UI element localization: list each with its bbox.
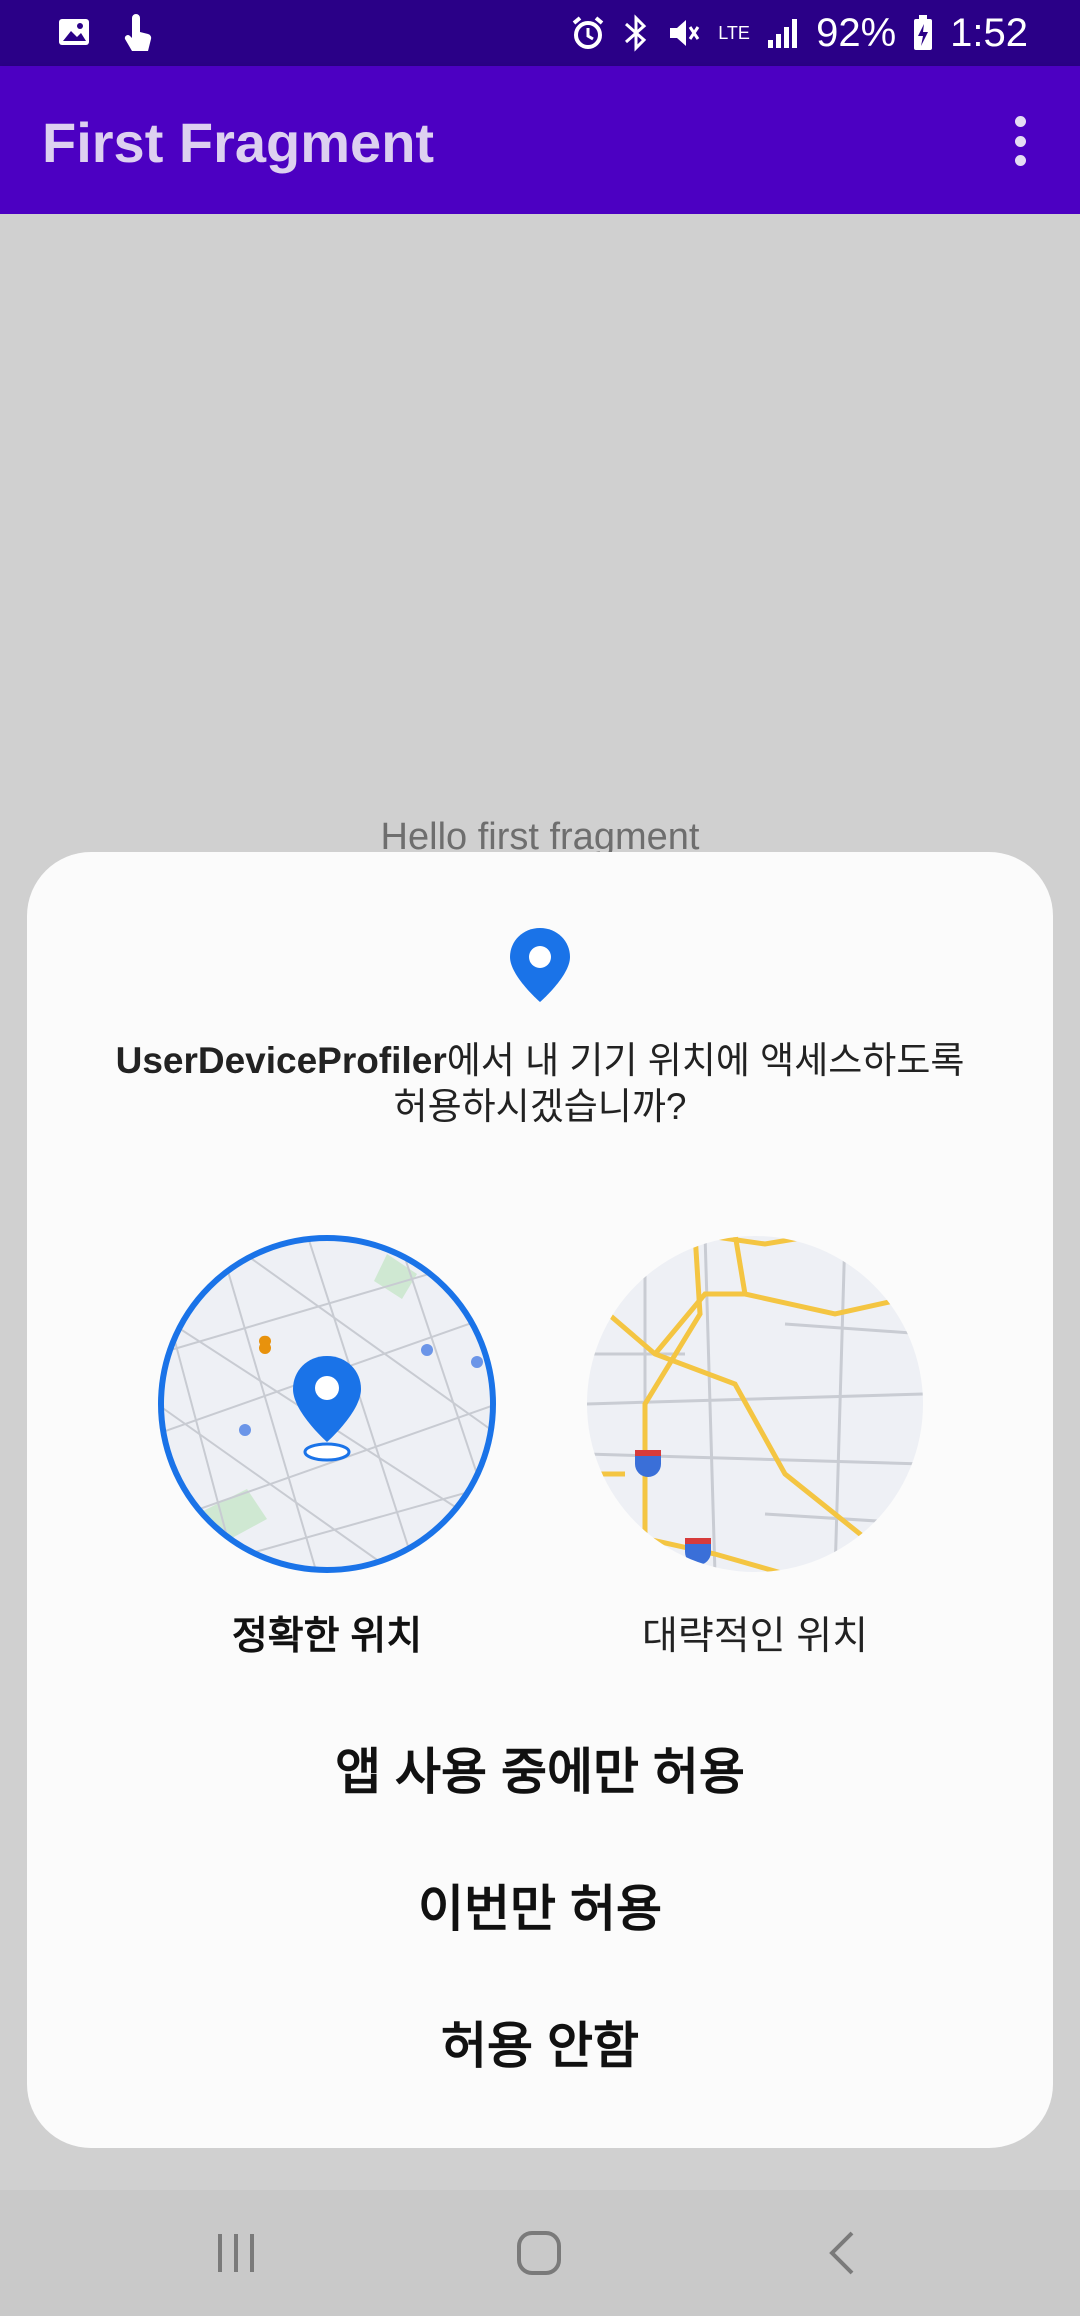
overflow-menu-icon[interactable]	[1000, 116, 1040, 166]
approximate-location-label: 대략적인 위치	[641, 1615, 869, 1658]
precise-map-icon	[158, 1235, 496, 1573]
location-permission-dialog: UserDeviceProfiler에서 내 기기 위치에 액세스하도록 허용하…	[27, 852, 1053, 2148]
app-name: UserDeviceProfiler	[115, 1040, 447, 1081]
app-bar: First Fragment	[0, 66, 1080, 214]
precise-location-label: 정확한 위치	[231, 1615, 423, 1658]
gallery-icon	[59, 19, 89, 45]
approximate-location-option[interactable]: 대략적인 위치	[585, 1234, 925, 1661]
permission-prompt: UserDeviceProfiler에서 내 기기 위치에 액세스하도록 허용하…	[67, 1038, 1013, 1130]
navigation-bar	[0, 2190, 1080, 2316]
allow-while-using-button[interactable]: 앱 사용 중에만 허용	[27, 1732, 1053, 1804]
recents-icon[interactable]	[214, 2228, 258, 2278]
mute-icon	[670, 20, 700, 46]
allow-only-this-time-button[interactable]: 이번만 허용	[27, 1869, 1053, 1941]
approximate-map-icon	[587, 1236, 923, 1572]
touch-icon	[124, 14, 152, 51]
alarm-icon	[572, 16, 604, 49]
home-icon[interactable]	[514, 2228, 564, 2278]
signal-icon	[768, 19, 798, 48]
lte-icon: LTE	[718, 23, 750, 43]
clock: 1:52	[950, 10, 1028, 55]
battery-charging-icon	[914, 15, 933, 50]
prompt-line-2: 허용하시겠습니까?	[393, 1086, 687, 1127]
app-title: First Fragment	[42, 111, 435, 174]
back-icon[interactable]	[822, 2228, 862, 2278]
deny-button[interactable]: 허용 안함	[27, 2006, 1053, 2078]
location-pin-icon	[510, 928, 570, 1002]
prompt-line-1: 에서 내 기기 위치에 액세스하도록	[446, 1040, 965, 1081]
bluetooth-icon	[625, 14, 647, 52]
status-bar: LTE 92% 1:52	[0, 0, 1080, 66]
battery-percent: 92%	[816, 10, 897, 55]
precise-location-option[interactable]: 정확한 위치	[157, 1234, 497, 1661]
